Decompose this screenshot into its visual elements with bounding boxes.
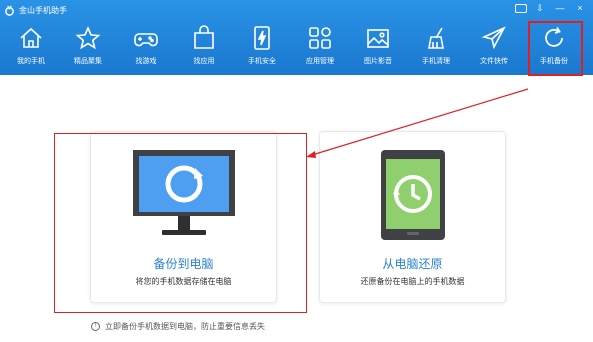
backup-card-highlight: [54, 133, 307, 313]
broom-icon: [428, 27, 444, 49]
star-icon: [75, 25, 101, 50]
nav-item-file-transfer[interactable]: 文件快传: [466, 24, 522, 74]
menu-icon[interactable]: ⇩: [533, 1, 547, 15]
nav-item-featured[interactable]: 精品聚集: [60, 24, 116, 74]
bag-icon: [194, 25, 214, 49]
nav-item-media[interactable]: 图片影音: [350, 24, 406, 74]
nav-label: 精品聚集: [74, 58, 102, 65]
nav-label: 应用管理: [306, 58, 334, 65]
lightning-phone-icon: [254, 26, 270, 50]
nav-item-security[interactable]: 手机安全: [234, 24, 290, 74]
apps-grid-icon: [309, 27, 331, 49]
phone-history-icon: [380, 150, 445, 240]
nav-label: 找游戏: [135, 58, 157, 65]
nav-label: 文件快传: [480, 58, 508, 65]
home-icon: [20, 27, 42, 48]
window-controls: ⇩ — ×: [515, 1, 587, 15]
app-title-area: 金山手机助手: [4, 3, 67, 17]
nav-label: 我的手机: [17, 58, 45, 65]
restore-card-title: 从电脑还原: [382, 257, 443, 271]
backup-tip: ! 立即备份手机数据到电脑，防止重要信息丢失: [91, 321, 265, 332]
nav-item-cleanup[interactable]: 手机清理: [408, 24, 464, 74]
nav-label: 手机安全: [248, 58, 276, 65]
close-icon[interactable]: ×: [573, 1, 587, 15]
nav-item-my-phone[interactable]: 我的手机: [3, 24, 59, 74]
nav-label: 图片影音: [364, 58, 392, 65]
tip-text: 立即备份手机数据到电脑，防止重要信息丢失: [105, 322, 265, 331]
paper-plane-icon: [481, 26, 506, 50]
app-title: 金山手机助手: [19, 5, 67, 15]
gamepad-icon: [134, 33, 158, 47]
nav-item-games[interactable]: 找游戏: [118, 24, 174, 74]
restore-card-desc: 还原备份在电脑上的手机数据: [360, 277, 465, 286]
nav-item-apps[interactable]: 找应用: [176, 24, 232, 74]
info-icon: !: [91, 322, 100, 331]
feedback-icon[interactable]: [515, 4, 527, 13]
app-logo-icon: [5, 5, 14, 16]
minimize-icon[interactable]: —: [553, 1, 567, 15]
main-nav: 我的手机 精品聚集 找游戏 找应用 手机安全 应用管理 图片影音 手机清理 文件…: [0, 24, 593, 74]
backup-tab-highlight: [528, 21, 583, 76]
nav-label: 找应用: [193, 58, 215, 65]
nav-item-app-manager[interactable]: 应用管理: [292, 24, 348, 74]
restore-from-pc-card[interactable]: 从电脑还原 还原备份在电脑上的手机数据: [319, 131, 506, 303]
nav-label: 手机清理: [422, 58, 450, 65]
picture-icon: [367, 29, 389, 48]
title-bar: 金山手机助手 ⇩ — × 我的手机 精品聚集 找游戏 找应用 手机安全 应用管理…: [0, 0, 593, 75]
